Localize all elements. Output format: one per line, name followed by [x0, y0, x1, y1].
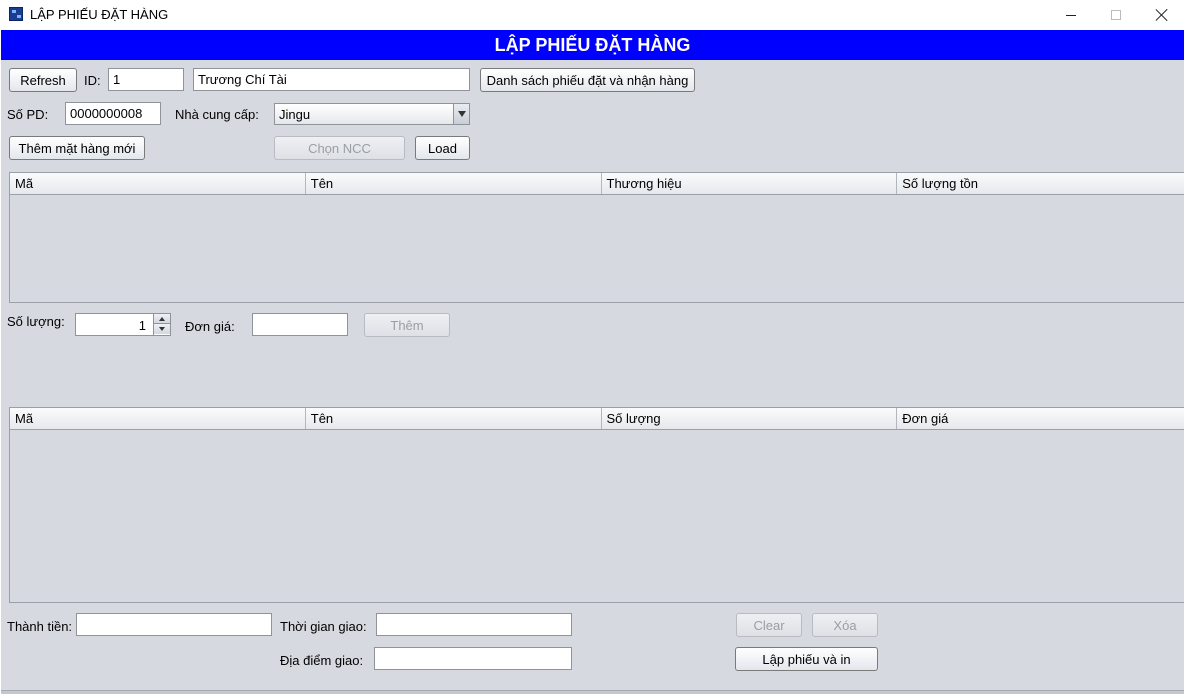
total-label: Thành tiền: — [7, 619, 73, 634]
window-titlebar: LẬP PHIẾU ĐẶT HÀNG — [0, 0, 1184, 30]
decrement-button[interactable] — [154, 324, 170, 334]
order-number-field[interactable] — [65, 102, 161, 125]
supplier-select[interactable]: Jingu — [274, 103, 470, 125]
close-icon — [1156, 9, 1168, 21]
employee-name-field[interactable] — [193, 68, 470, 91]
minimize-button[interactable] — [1048, 0, 1094, 30]
unit-price-field[interactable] — [252, 313, 348, 336]
order-number-label: Số PD: — [7, 107, 49, 122]
delivery-time-label: Thời gian giao: — [280, 619, 367, 634]
quantity-value: 1 — [138, 318, 146, 333]
column-header[interactable]: Tên — [306, 408, 602, 429]
minimize-icon — [1066, 14, 1076, 16]
horizontal-scrollbar[interactable] — [1, 690, 1184, 694]
order-items-table-header: Mã Tên Số lượng Đơn giá — [10, 408, 1184, 430]
supplier-label: Nhà cung cấp: — [175, 107, 259, 122]
choose-supplier-button[interactable]: Chọn NCC — [274, 136, 405, 160]
chevron-down-icon — [457, 111, 466, 117]
column-header[interactable]: Thương hiệu — [602, 173, 898, 194]
column-header[interactable]: Mã — [10, 173, 306, 194]
delivery-place-field[interactable] — [374, 647, 572, 670]
quantity-label: Số lượng: — [7, 314, 65, 329]
add-new-item-button[interactable]: Thêm mặt hàng mới — [9, 136, 145, 160]
page-title: LẬP PHIẾU ĐẶT HÀNG — [494, 34, 691, 55]
delivery-place-label: Địa điểm giao: — [280, 653, 364, 668]
unit-price-label: Đơn giá: — [185, 319, 235, 334]
maximize-icon — [1111, 10, 1121, 20]
add-item-button[interactable]: Thêm — [364, 313, 450, 337]
app-icon — [9, 7, 23, 21]
window-title: LẬP PHIẾU ĐẶT HÀNG — [30, 7, 169, 22]
column-header[interactable]: Đơn giá — [897, 408, 1184, 429]
column-header[interactable]: Số lượng tồn — [897, 173, 1184, 194]
id-field[interactable] — [108, 68, 184, 91]
delete-button[interactable]: Xóa — [812, 613, 878, 637]
dropdown-arrow-button[interactable] — [453, 104, 469, 124]
chevron-down-icon — [159, 327, 165, 331]
quantity-stepper[interactable]: 1 — [75, 313, 171, 336]
clear-button[interactable]: Clear — [736, 613, 802, 637]
delivery-time-field[interactable] — [376, 613, 572, 636]
maximize-button[interactable] — [1093, 0, 1139, 30]
chevron-up-icon — [159, 316, 165, 321]
refresh-button[interactable]: Refresh — [9, 68, 77, 92]
load-button[interactable]: Load — [415, 136, 470, 160]
order-list-button[interactable]: Danh sách phiếu đặt và nhận hàng — [480, 68, 695, 92]
total-field[interactable] — [76, 613, 272, 636]
stepper-buttons — [153, 314, 170, 335]
column-header[interactable]: Mã — [10, 408, 306, 429]
column-header[interactable]: Số lượng — [602, 408, 898, 429]
create-and-print-button[interactable]: Lập phiếu và in — [735, 647, 878, 671]
id-label: ID: — [84, 73, 101, 88]
close-button[interactable] — [1139, 0, 1184, 30]
increment-button[interactable] — [154, 314, 170, 324]
column-header[interactable]: Tên — [306, 173, 602, 194]
page-banner: LẬP PHIẾU ĐẶT HÀNG — [1, 30, 1184, 60]
supplier-selected-value: Jingu — [279, 107, 311, 122]
products-table-header: Mã Tên Thương hiệu Số lượng tồn — [10, 173, 1184, 195]
order-items-table[interactable]: Mã Tên Số lượng Đơn giá — [9, 407, 1184, 603]
products-table[interactable]: Mã Tên Thương hiệu Số lượng tồn — [9, 172, 1184, 303]
